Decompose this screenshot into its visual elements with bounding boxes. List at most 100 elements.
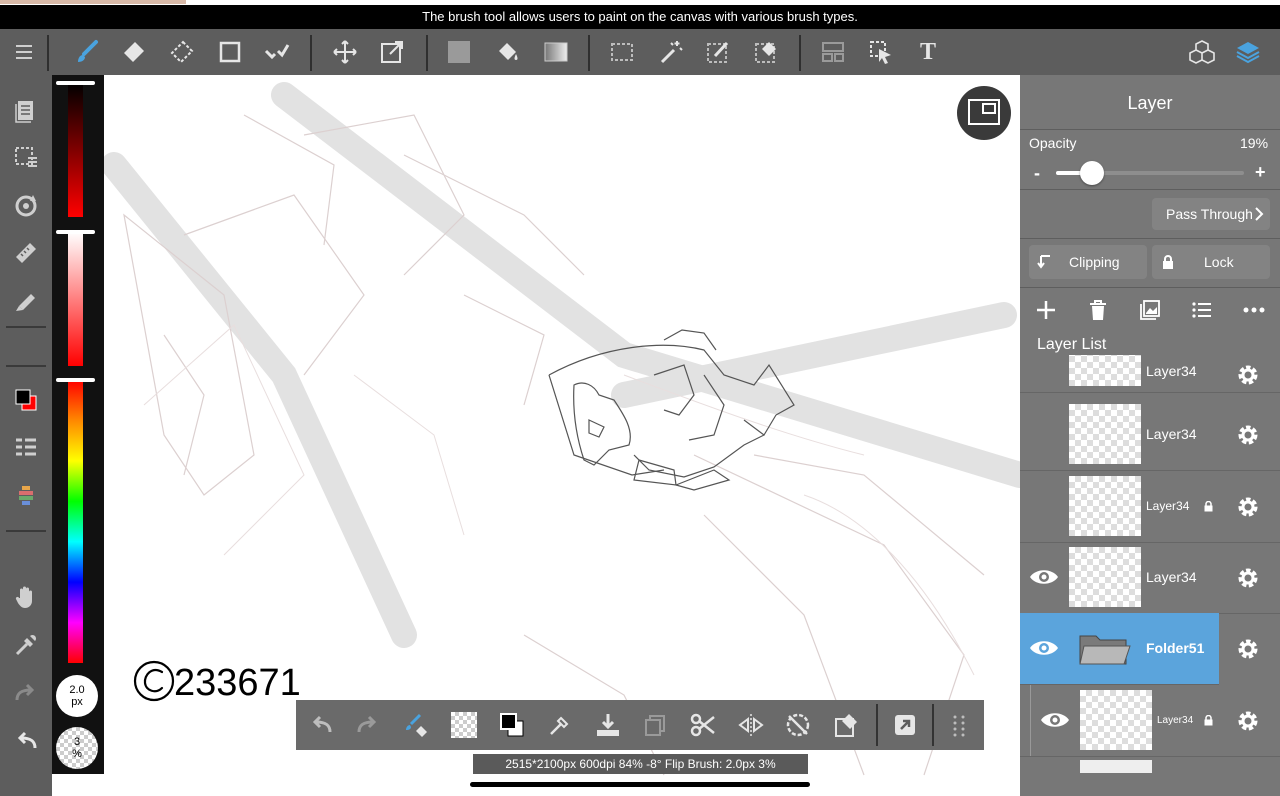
magic-wand-icon[interactable] [648,29,694,75]
eye-icon[interactable] [1028,564,1060,590]
layers-icon[interactable] [1225,29,1271,75]
eyedropper-icon[interactable] [0,623,52,667]
layer-thumbnail [1069,404,1141,464]
layer-list-label: Layer List [1037,336,1107,353]
layer-pages-icon[interactable] [0,88,52,132]
drawing-canvas[interactable]: 233671 [104,75,1020,796]
no-rotate-icon[interactable] [775,700,821,750]
fill-pen-icon[interactable] [0,279,52,323]
blend-mode-label: Pass Through [1166,206,1253,222]
select-eraser-icon[interactable] [743,29,789,75]
toolbar-separator [588,35,590,71]
rect-select-icon[interactable] [599,29,645,75]
transparent-color-icon[interactable] [441,700,487,750]
child-indent-line [1030,685,1031,756]
grid-menu-icon[interactable] [936,700,982,750]
transform-icon[interactable] [369,29,415,75]
hue-handle[interactable] [56,378,95,382]
layer-row-child[interactable]: Layer34 [1020,685,1280,757]
fill-color-icon[interactable] [436,29,482,75]
opacity-slider-knob[interactable] [1079,161,1104,185]
gear-icon[interactable] [1234,707,1262,735]
brush-opacity-button[interactable]: 3 % [56,727,98,769]
clear-icon[interactable] [823,700,869,750]
toolbar-separator [47,35,49,71]
layout-icon[interactable] [810,29,856,75]
rotate-icon[interactable] [0,184,52,228]
eraser-icon[interactable] [111,29,157,75]
layer-row[interactable]: Layer34 [1020,542,1280,614]
move-icon[interactable] [322,29,368,75]
color-swap-icon[interactable] [489,700,535,750]
hue-slider[interactable] [68,380,83,663]
lock-icon [1163,255,1173,269]
blur-eraser-icon[interactable] [159,29,205,75]
gradient-icon[interactable] [533,29,579,75]
gear-icon[interactable] [1234,635,1262,663]
layer-image-icon[interactable] [1134,296,1166,324]
text-icon[interactable]: T [905,29,951,75]
brush-icon[interactable] [64,29,110,75]
flip-icon[interactable] [728,700,774,750]
home-indicator[interactable] [470,782,810,787]
selection-icon[interactable] [0,136,52,180]
select-check-icon[interactable] [254,29,300,75]
list-icon[interactable] [0,426,52,470]
brightness-handle[interactable] [56,81,95,85]
delete-layer-icon[interactable] [1082,296,1114,324]
hamburger-icon[interactable] [1,29,47,75]
undo-icon[interactable] [298,700,344,750]
cut-icon[interactable] [680,700,726,750]
layer-list-icon[interactable] [1186,296,1218,324]
saturation-slider[interactable] [68,232,83,366]
clipping-label: Clipping [1069,254,1120,270]
blend-mode-button[interactable]: Pass Through [1152,198,1270,230]
palette-icon[interactable] [0,474,52,518]
eyedropper-icon[interactable] [537,700,583,750]
gear-icon[interactable] [1234,361,1262,389]
clipping-button[interactable]: Clipping [1029,245,1147,279]
ruler-icon[interactable] [0,231,52,275]
more-options-icon[interactable] [1238,296,1270,324]
select-pen-icon[interactable] [695,29,741,75]
saturation-handle[interactable] [56,230,95,234]
layer-row-selected[interactable]: Folder51 [1020,613,1219,685]
bottom-separator [932,704,934,746]
chevron-right-icon [1255,207,1264,221]
bucket-icon[interactable] [485,29,531,75]
layer-row[interactable]: Layer34 [1020,399,1280,471]
redo-icon[interactable] [0,671,52,715]
gear-icon[interactable] [1234,564,1262,592]
hand-icon[interactable] [0,575,52,619]
navigator-button[interactable] [957,86,1011,140]
layer-list[interactable]: Layer34 Layer34 Layer34 Layer34 Folder51… [1020,355,1280,773]
shape-icon[interactable] [207,29,253,75]
brush-size-button[interactable]: 2.0 px [56,675,98,717]
layer-thumbnail [1069,355,1141,386]
redo-icon[interactable] [345,700,391,750]
brush-opacity-value: 3 [73,736,81,748]
opacity-decrease-button[interactable]: - [1034,163,1040,184]
gear-icon[interactable] [1234,421,1262,449]
layer-lock-icon [1204,501,1213,512]
eye-icon[interactable] [1028,635,1060,661]
eye-icon[interactable] [1039,707,1071,733]
gear-icon[interactable] [1234,493,1262,521]
brightness-slider[interactable] [68,83,83,217]
undo-icon[interactable] [0,719,52,763]
select-arrow-icon[interactable] [858,29,904,75]
tool-separator [6,365,46,367]
save-icon[interactable] [585,700,631,750]
materials-icon[interactable] [1179,29,1225,75]
lock-button[interactable]: Lock [1152,245,1270,279]
export-icon[interactable] [882,700,928,750]
brush-eraser-toggle-icon[interactable] [393,700,439,750]
layer-row[interactable]: Layer34 [1020,471,1280,543]
add-layer-icon[interactable] [1030,296,1062,324]
opacity-increase-button[interactable]: + [1255,162,1266,183]
color-swatch-icon[interactable] [0,378,52,422]
tooltip: The brush tool allows users to paint on … [0,5,1280,29]
layer-row[interactable]: Layer34 [1020,355,1280,393]
copy-icon[interactable] [632,700,678,750]
brush-opacity-unit: % [72,748,82,760]
